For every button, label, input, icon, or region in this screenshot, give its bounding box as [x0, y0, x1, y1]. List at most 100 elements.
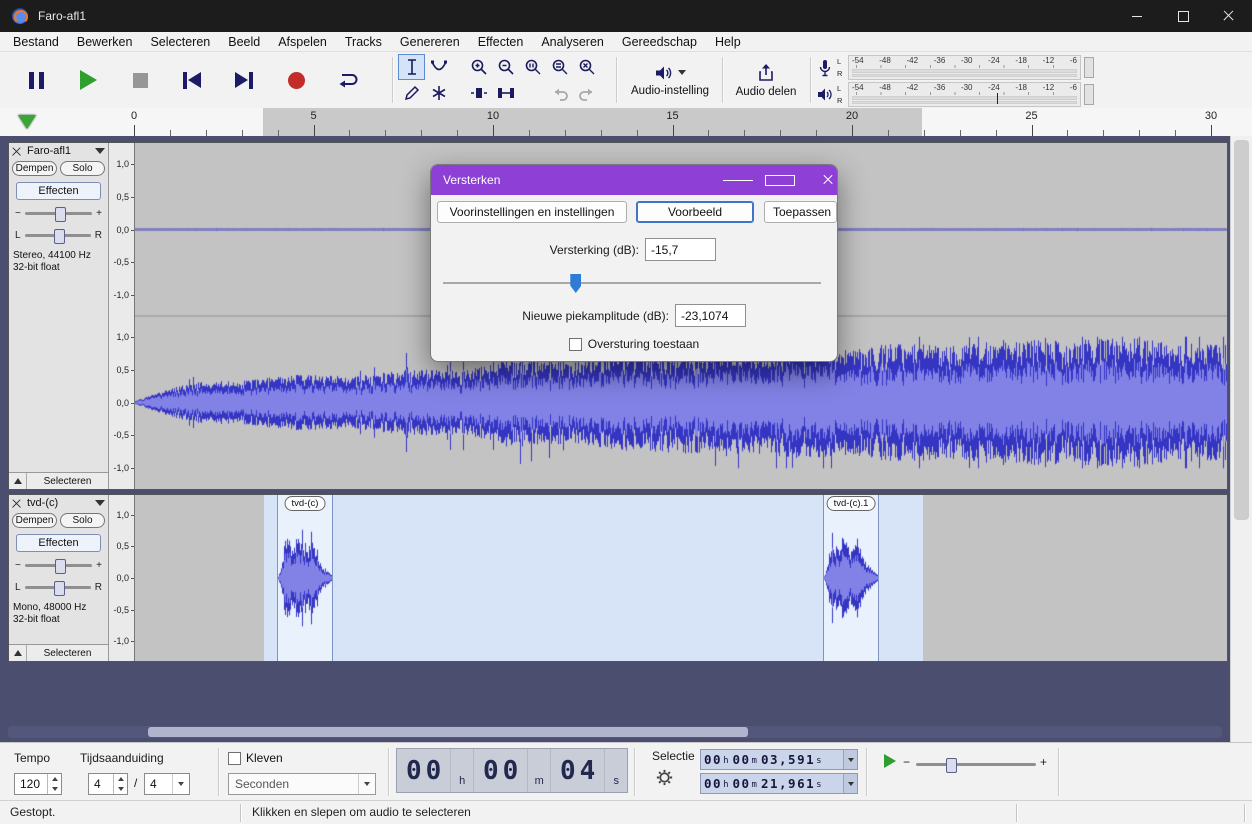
selection-end-field[interactable]: 00h 00m 21,961s [700, 773, 858, 794]
chevron-down-icon[interactable] [843, 774, 857, 793]
tempo-spinner[interactable] [47, 774, 61, 794]
clip-waveform[interactable] [824, 495, 878, 661]
timesig-lower-select[interactable]: 4 [144, 773, 190, 795]
track1-collapse-button[interactable] [9, 473, 27, 489]
track2-close-button[interactable] [12, 499, 24, 508]
skip-to-start-button[interactable] [168, 57, 216, 103]
track1-mute-button[interactable]: Dempen [12, 161, 57, 176]
time-hours[interactable]: 00 [397, 749, 451, 792]
menu-selecteren[interactable]: Selecteren [141, 35, 219, 49]
menu-bestand[interactable]: Bestand [4, 35, 68, 49]
track2-mute-button[interactable]: Dempen [12, 513, 57, 528]
vertical-scrollbar-thumb[interactable] [1234, 140, 1249, 520]
snap-unit-dropdown[interactable]: Seconden [228, 773, 376, 795]
time-minutes[interactable]: 00 [474, 749, 528, 792]
loop-button[interactable] [324, 57, 372, 103]
menu-genereren[interactable]: Genereren [391, 35, 469, 49]
tempo-input[interactable]: 120 [14, 773, 62, 795]
meter-resize-handle[interactable] [1084, 84, 1094, 105]
horizontal-scrollbar[interactable] [8, 726, 1222, 738]
dialog-minimize-button[interactable] [711, 165, 753, 195]
stop-button[interactable] [116, 57, 164, 103]
speed-thumb[interactable] [946, 758, 957, 773]
track2-menu-icon[interactable] [95, 500, 105, 506]
play-speed-slider[interactable] [916, 763, 1036, 766]
envelope-tool-button[interactable] [425, 54, 452, 80]
undo-button[interactable] [546, 80, 573, 106]
share-audio-button[interactable]: Audio delen [726, 55, 806, 105]
timesig-upper-input[interactable]: 4 [88, 773, 128, 795]
dialog-close-button[interactable] [795, 165, 837, 195]
chevron-down-icon[interactable] [843, 750, 857, 769]
preview-button[interactable]: Voorbeeld [636, 201, 754, 223]
menu-analyseren[interactable]: Analyseren [532, 35, 613, 49]
clip-waveform[interactable] [278, 495, 332, 661]
menu-bewerken[interactable]: Bewerken [68, 35, 142, 49]
menu-effecten[interactable]: Effecten [469, 35, 533, 49]
dialog-maximize-button[interactable] [753, 165, 795, 195]
gain-thumb[interactable] [55, 559, 66, 574]
track2-waveform-area[interactable]: tvd-(c) tvd-(c).1 [135, 495, 1227, 661]
track2-gain-slider[interactable]: − + [9, 554, 108, 576]
trim-audio-button[interactable] [465, 80, 492, 106]
audio-clip[interactable]: tvd-(c) [277, 495, 333, 661]
gain-slider[interactable] [443, 273, 821, 293]
selection-settings-button[interactable] [656, 769, 673, 786]
timeline-pin-marker-icon[interactable] [18, 115, 36, 129]
record-button[interactable] [272, 57, 320, 103]
track1-close-button[interactable] [12, 147, 24, 156]
menu-help[interactable]: Help [706, 35, 750, 49]
track1-name[interactable]: Faro-afl1 [27, 145, 92, 157]
minimize-button[interactable] [1114, 0, 1160, 32]
snap-checkbox[interactable] [228, 752, 241, 765]
horizontal-scrollbar-thumb[interactable] [148, 727, 748, 737]
audio-setup-button[interactable]: Audio-instelling [622, 55, 718, 105]
clip-name-pill[interactable]: tvd-(c).1 [827, 496, 876, 511]
vertical-scrollbar[interactable] [1230, 136, 1252, 742]
track2-pan-slider[interactable]: L R [9, 576, 108, 598]
track2-select-button[interactable]: Selecteren [27, 645, 108, 661]
presets-button[interactable]: Voorinstellingen en instellingen [437, 201, 627, 223]
track1-menu-icon[interactable] [95, 148, 105, 154]
track2-effects-button[interactable]: Effecten [16, 534, 101, 552]
maximize-button[interactable] [1160, 0, 1206, 32]
peak-amplitude-input[interactable]: -23,1074 [675, 304, 746, 327]
redo-button[interactable] [573, 80, 600, 106]
zoom-toggle-button[interactable] [573, 54, 600, 80]
playback-meter[interactable]: LR -54-48-42-36-30-24-18-12-6 [816, 82, 1094, 107]
audio-clip[interactable]: tvd-(c).1 [823, 495, 879, 661]
fit-project-button[interactable] [546, 54, 573, 80]
track1-select-button[interactable]: Selecteren [27, 473, 108, 489]
gain-input[interactable]: -15,7 [645, 238, 716, 261]
selection-tool-button[interactable] [398, 54, 425, 80]
fit-selection-button[interactable] [519, 54, 546, 80]
track1-solo-button[interactable]: Solo [60, 161, 105, 176]
multi-tool-button[interactable] [425, 80, 452, 106]
menu-afspelen[interactable]: Afspelen [269, 35, 336, 49]
track2-solo-button[interactable]: Solo [60, 513, 105, 528]
dialog-title-bar[interactable]: Versterken [431, 165, 837, 195]
silence-audio-button[interactable] [492, 80, 519, 106]
menu-tracks[interactable]: Tracks [336, 35, 391, 49]
timeline-ruler[interactable]: 051015202530 [0, 108, 1252, 137]
play-at-speed-button[interactable] [878, 751, 902, 771]
track1-effects-button[interactable]: Effecten [16, 182, 101, 200]
playback-time-display[interactable]: 00 h 00 m 04 s [396, 748, 628, 793]
draw-tool-button[interactable] [398, 80, 425, 106]
meter-resize-handle[interactable] [1084, 57, 1094, 78]
recording-meter[interactable]: LR -54-48-42-36-30-24-18-12-6 [816, 55, 1094, 80]
track2-vertical-ruler[interactable]: 1,00,50,0-0,5-1,0 [109, 495, 135, 661]
gain-thumb[interactable] [55, 207, 66, 222]
track1-vertical-ruler[interactable]: 1,00,50,0-0,5-1,01,00,50,0-0,5-1,0 [109, 143, 135, 489]
timesig-upper-spinner[interactable] [113, 774, 127, 794]
selection-start-field[interactable]: 00h 00m 03,591s [700, 749, 858, 770]
allow-clipping-checkbox[interactable] [569, 338, 582, 351]
skip-to-end-button[interactable] [220, 57, 268, 103]
pan-thumb[interactable] [54, 229, 65, 244]
clip-name-pill[interactable]: tvd-(c) [285, 496, 326, 511]
pan-thumb[interactable] [54, 581, 65, 596]
track2-collapse-button[interactable] [9, 645, 27, 661]
gain-slider-thumb[interactable] [570, 274, 581, 293]
zoom-out-button[interactable] [492, 54, 519, 80]
track2-name[interactable]: tvd-(c) [27, 497, 92, 509]
